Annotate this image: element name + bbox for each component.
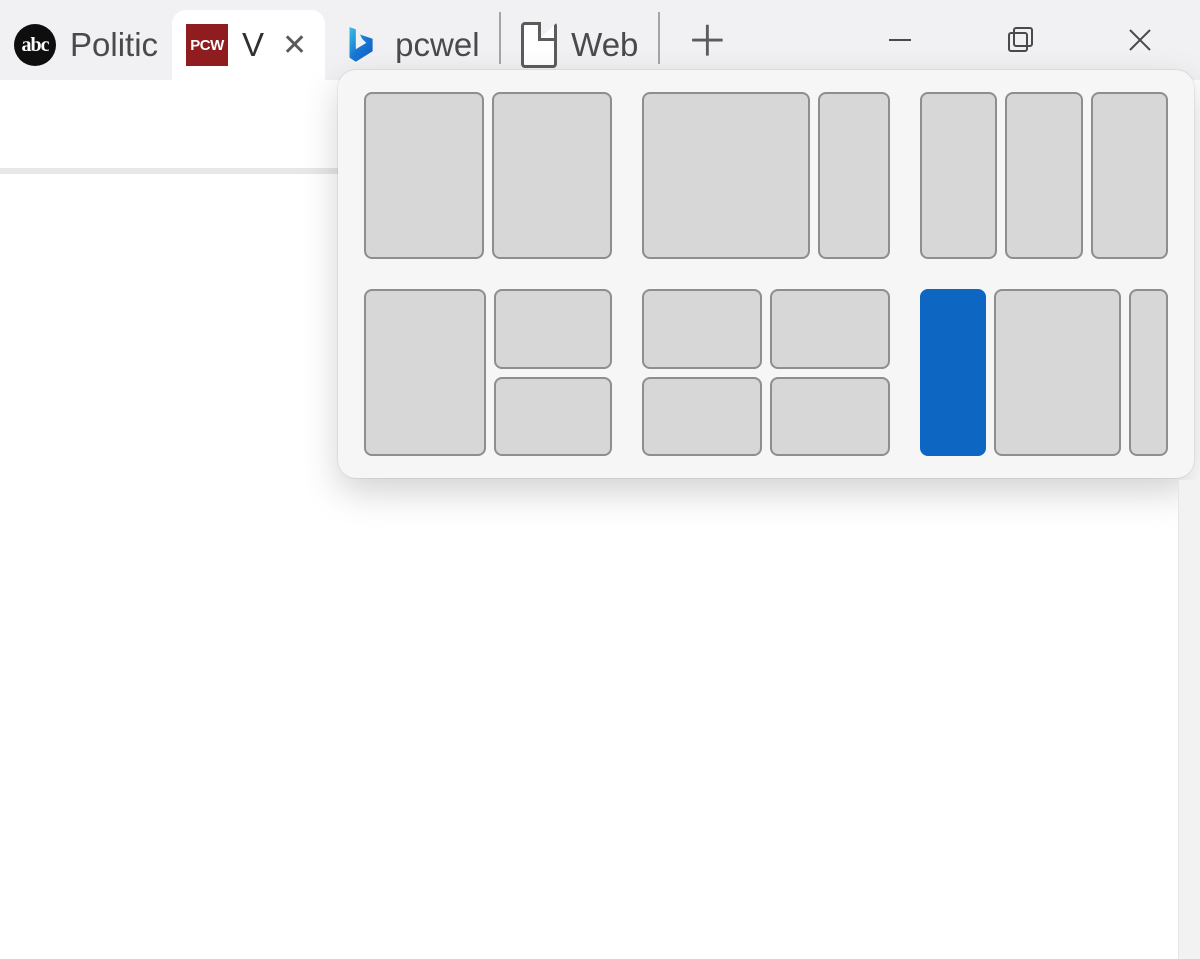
pcw-favicon: PCW [186,24,228,66]
snap-zone[interactable] [994,289,1122,456]
tab-divider [499,12,501,64]
snap-zone[interactable] [494,289,612,369]
window-controls [840,0,1200,80]
snap-layout-option-6[interactable] [920,289,1168,456]
vertical-scrollbar[interactable] [1178,480,1200,959]
snap-zone[interactable] [494,377,612,457]
toolbar-area [0,80,338,170]
snap-layout-flyout [338,70,1194,478]
snap-zone[interactable] [770,289,890,369]
snap-layout-option-3[interactable] [920,92,1168,259]
page-icon [521,22,557,68]
snap-layout-option-2[interactable] [642,92,890,259]
snap-zone[interactable] [642,377,762,457]
snap-zone[interactable] [770,377,890,457]
snap-zone[interactable] [364,92,484,259]
bing-favicon [339,24,381,66]
snap-zone-selected[interactable] [920,289,986,456]
minimize-button[interactable] [840,0,960,80]
snap-zone[interactable] [642,92,810,259]
snap-zone[interactable] [1129,289,1168,456]
snap-layout-option-1[interactable] [364,92,612,259]
snap-zone[interactable] [818,92,890,259]
snap-zone[interactable] [492,92,612,259]
tab-title: V [242,26,264,64]
snap-zone[interactable] [364,289,486,456]
snap-layout-option-5[interactable] [642,289,890,456]
tab-title: Web [571,26,638,64]
snap-zone[interactable] [1005,92,1082,259]
browser-tab-2-active[interactable]: PCW V ✕ [172,10,325,80]
close-tab-icon[interactable]: ✕ [278,28,311,63]
close-window-button[interactable] [1080,0,1200,80]
snap-zone[interactable] [920,92,997,259]
snap-layout-option-4[interactable] [364,289,612,456]
snap-zone[interactable] [642,289,762,369]
tab-title: Politic [70,26,158,64]
new-tab-button[interactable]: ＋ [666,8,748,69]
maximize-button[interactable] [960,0,1080,80]
abc-favicon: abc [14,24,56,66]
snap-zone[interactable] [1091,92,1168,259]
browser-tab-1[interactable]: abc Politic [0,10,172,80]
tab-divider [658,12,660,64]
tab-title: pcwel [395,26,479,64]
